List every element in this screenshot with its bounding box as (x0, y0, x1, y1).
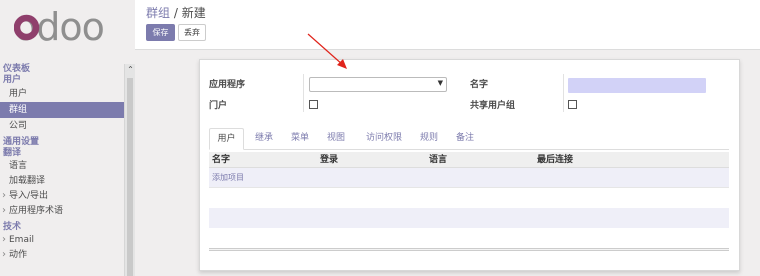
sidebar: odoo 仪表板 用户 用户 群组 公司 通用设置 翻译 语言 加载翻译 导入/… (0, 0, 135, 276)
table-row: 添加项目 (209, 168, 729, 188)
add-item-link[interactable]: 添加项目 (212, 168, 244, 187)
save-button[interactable]: 保存 (146, 24, 175, 41)
table-footer (209, 248, 729, 251)
name-label: 名字 (470, 80, 489, 90)
menu-header-general-settings[interactable]: 通用设置 (0, 137, 124, 148)
menu-header-translations[interactable]: 翻译 (0, 148, 124, 159)
tab-rules[interactable]: 规则 (414, 128, 444, 150)
notebook-tabs: 用户 继承 菜单 视图 访问权限 规则 备注 (209, 128, 729, 150)
menu-header-dashboard[interactable]: 仪表板 (0, 64, 124, 75)
sidebar-item-languages[interactable]: 语言 (0, 159, 124, 174)
sidebar-item-actions[interactable]: 动作 (0, 247, 124, 263)
form-sheet: 应用程序 ▼ 门户 名字 共享用户组 用户 继承 菜单 视图 访问权限 规则 备… (199, 59, 740, 271)
portal-checkbox[interactable] (309, 100, 318, 109)
odoo-logo-text: odoo (14, 8, 104, 48)
breadcrumb-separator: / (173, 6, 178, 20)
field-separator (303, 74, 304, 112)
breadcrumb: 群组 / 新建 (146, 4, 206, 21)
sidebar-item-groups[interactable]: 群组 (0, 102, 124, 118)
sidebar-item-companies[interactable]: 公司 (0, 118, 124, 134)
tab-menus[interactable]: 菜单 (285, 128, 315, 150)
table-row (209, 208, 729, 228)
menu-header-technical[interactable]: 技术 (0, 222, 124, 233)
users-table: 名字 登录 语言 最后连接 添加项目 (209, 152, 729, 251)
sidebar-item-import-export[interactable]: 导入/导出 (0, 188, 124, 204)
control-panel: 群组 / 新建 保存 丢弃 (135, 0, 760, 50)
chevron-down-icon: ▼ (437, 79, 443, 87)
shared-group-checkbox[interactable] (568, 100, 577, 109)
menu-header-users[interactable]: 用户 (0, 75, 124, 86)
tab-notes[interactable]: 备注 (450, 128, 480, 150)
breadcrumb-parent[interactable]: 群组 (146, 6, 170, 20)
column-header-last-login[interactable]: 最后连接 (537, 152, 573, 168)
sidebar-menu: 仪表板 用户 用户 群组 公司 通用设置 翻译 语言 加载翻译 导入/导出 应用… (0, 64, 124, 263)
column-header-login[interactable]: 登录 (320, 152, 338, 168)
breadcrumb-current: 新建 (181, 6, 206, 20)
sidebar-item-app-terms[interactable]: 应用程序术语 (0, 203, 124, 219)
scrollbar-thumb[interactable] (127, 78, 133, 276)
scroll-up-icon[interactable]: ⌃ (126, 64, 135, 76)
table-header: 名字 登录 语言 最后连接 (209, 152, 729, 168)
column-header-name[interactable]: 名字 (212, 152, 230, 168)
tab-access-rights[interactable]: 访问权限 (360, 128, 408, 150)
application-select[interactable]: ▼ (309, 77, 447, 92)
tab-inherited[interactable]: 继承 (249, 128, 279, 150)
table-row (209, 188, 729, 208)
sidebar-item-users[interactable]: 用户 (0, 86, 124, 102)
shared-group-label: 共享用户组 (470, 101, 516, 111)
sidebar-item-email[interactable]: Email (0, 232, 124, 248)
odoo-logo[interactable]: odoo (14, 8, 122, 48)
tab-views[interactable]: 视图 (321, 128, 351, 150)
form-view: 应用程序 ▼ 门户 名字 共享用户组 用户 继承 菜单 视图 访问权限 规则 备… (135, 51, 760, 276)
column-header-language[interactable]: 语言 (429, 152, 447, 168)
sidebar-scrollbar[interactable]: ⌃ (124, 64, 135, 276)
application-label: 应用程序 (209, 80, 246, 90)
portal-label: 门户 (209, 101, 228, 111)
sidebar-item-load-translation[interactable]: 加载翻译 (0, 174, 124, 189)
field-separator (563, 74, 564, 112)
tab-users[interactable]: 用户 (209, 128, 244, 150)
table-row (209, 228, 729, 248)
name-input[interactable] (568, 78, 706, 93)
discard-button[interactable]: 丢弃 (178, 24, 206, 41)
